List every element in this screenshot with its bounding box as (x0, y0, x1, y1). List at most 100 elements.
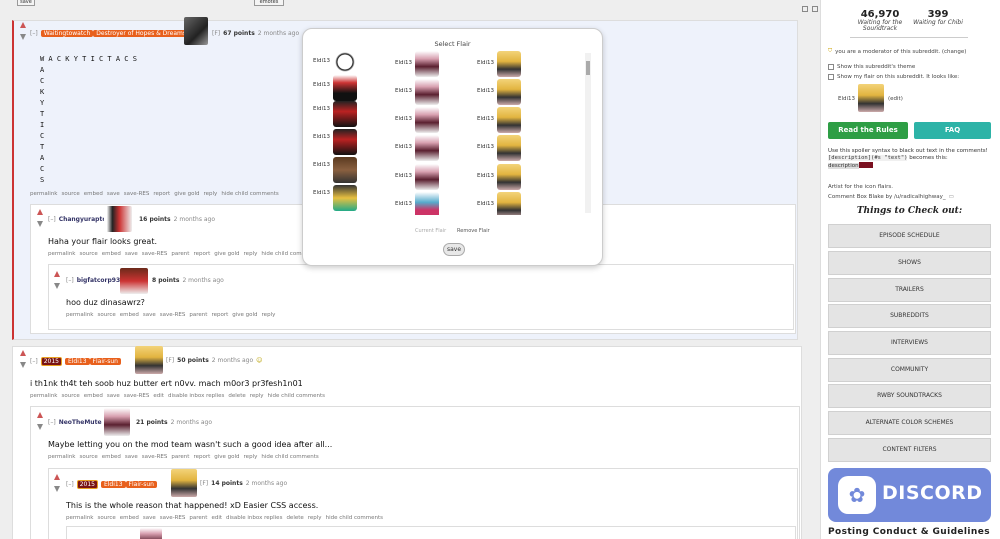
action-reply[interactable]: reply (250, 393, 264, 399)
flair-option-image[interactable] (333, 129, 357, 155)
nav-soundtracks[interactable]: RWBY SOUNDTRACKS (828, 384, 991, 408)
action-delete[interactable]: delete (286, 515, 303, 521)
action-give-gold[interactable]: give gold (214, 251, 239, 257)
flair-option-label[interactable]: Eldi13 (395, 116, 412, 122)
action-permalink[interactable]: permalink (48, 251, 76, 257)
remove-flair-link[interactable]: Remove Flair (457, 228, 490, 234)
flair-option-label[interactable]: Eldi13 (395, 88, 412, 94)
action-parent[interactable]: parent (189, 312, 207, 318)
action-reply[interactable]: reply (262, 312, 276, 318)
spoiler-block[interactable] (858, 162, 873, 168)
read-rules-button[interactable]: Read the Rules (828, 122, 908, 139)
flair-option-label[interactable]: Eldi13 (477, 144, 494, 150)
action-embed[interactable]: embed (120, 515, 139, 521)
save-top-button[interactable]: save (17, 0, 35, 6)
action-report[interactable]: report (153, 191, 170, 197)
upvote-arrow[interactable] (37, 412, 43, 418)
action-embed[interactable]: embed (120, 312, 139, 318)
nav-subreddits[interactable]: SUBREDDITS (828, 304, 991, 328)
action-save[interactable]: save (107, 393, 120, 399)
flair-option-label[interactable]: Eldi13 (313, 162, 330, 168)
action-hide-children[interactable]: hide child comments (268, 393, 325, 399)
flair-option-image[interactable] (333, 101, 357, 127)
flair-option-label[interactable]: Eldi13 (395, 201, 412, 207)
action-disable-inbox[interactable]: disable inbox replies (226, 515, 282, 521)
collapse-toggle[interactable]: [–] (66, 277, 74, 284)
action-save[interactable]: save (107, 191, 120, 197)
downvote-arrow[interactable] (54, 486, 60, 492)
action-embed[interactable]: embed (102, 251, 121, 257)
flair-option-image[interactable] (415, 164, 439, 190)
flair-option-label[interactable]: Eldi13 (313, 82, 330, 88)
collapse-toggle[interactable]: [–] (48, 419, 56, 426)
collapse-toggle[interactable]: [–] (30, 358, 38, 365)
action-save-res[interactable]: save-RES (160, 515, 186, 521)
action-reply[interactable]: reply (308, 515, 322, 521)
action-source[interactable]: source (80, 251, 98, 257)
upvote-arrow[interactable] (54, 271, 60, 277)
author-link[interactable]: Eldi13 (100, 481, 126, 488)
action-hide-children[interactable]: hide child comments (261, 454, 318, 460)
nav-shows[interactable]: SHOWS (828, 251, 991, 275)
downvote-arrow[interactable] (20, 34, 26, 40)
author-link[interactable]: Eldi13 (64, 358, 90, 365)
flair-option-label[interactable]: Eldi13 (313, 58, 330, 64)
action-give-gold[interactable]: give gold (232, 312, 257, 318)
downvote-arrow[interactable] (37, 221, 43, 227)
flair-option-label[interactable]: Eldi13 (395, 60, 412, 66)
action-give-gold[interactable]: give gold (214, 454, 239, 460)
flair-toggle[interactable]: Show my flair on this subreddit. It look… (828, 74, 959, 80)
action-permalink[interactable]: permalink (48, 454, 76, 460)
action-parent[interactable]: parent (189, 515, 207, 521)
emotes-button[interactable]: emotes (254, 0, 284, 6)
action-edit[interactable]: edit (211, 515, 222, 521)
action-embed[interactable]: embed (84, 191, 103, 197)
minimize-icon[interactable] (802, 6, 808, 12)
faq-button[interactable]: FAQ (914, 122, 991, 139)
upvote-arrow[interactable] (20, 22, 26, 28)
checkbox[interactable] (828, 64, 834, 70)
flair-option-image[interactable] (415, 107, 439, 133)
upvote-arrow[interactable] (20, 350, 26, 356)
flair-option-image[interactable] (333, 49, 357, 75)
nav-trailers[interactable]: TRAILERS (828, 278, 991, 302)
action-embed[interactable]: embed (84, 393, 103, 399)
action-save-res[interactable]: save-RES (124, 191, 150, 197)
flair-option-image[interactable] (415, 192, 439, 215)
flair-option-label[interactable]: Eldi13 (477, 88, 494, 94)
action-reply[interactable]: reply (244, 454, 258, 460)
action-source[interactable]: source (62, 393, 80, 399)
action-save-res[interactable]: save-RES (124, 393, 150, 399)
discord-banner[interactable]: ✿ DISCORD (828, 468, 991, 522)
checkbox[interactable] (828, 74, 834, 80)
nav-interviews[interactable]: INTERVIEWS (828, 331, 991, 355)
author-link[interactable]: bigfatcorp93 (77, 277, 120, 284)
maximize-icon[interactable] (812, 6, 818, 12)
collapse-toggle[interactable]: [–] (30, 30, 38, 37)
downvote-arrow[interactable] (54, 283, 60, 289)
action-report[interactable]: report (193, 251, 210, 257)
scrollbar-thumb[interactable] (586, 61, 590, 75)
flair-option-image[interactable] (333, 185, 357, 211)
action-embed[interactable]: embed (102, 454, 121, 460)
action-report[interactable]: report (193, 454, 210, 460)
action-disable-inbox[interactable]: disable inbox replies (168, 393, 224, 399)
action-source[interactable]: source (62, 191, 80, 197)
collapse-toggle[interactable]: [–] (48, 216, 56, 223)
action-reply[interactable]: reply (244, 251, 258, 257)
flair-option-image[interactable] (497, 107, 521, 133)
action-save[interactable]: save (143, 515, 156, 521)
flair-edit-link[interactable]: (edit) (888, 96, 903, 102)
action-save[interactable]: save (125, 251, 138, 257)
action-hide-children[interactable]: hide child comments (326, 515, 383, 521)
flair-option-image[interactable] (497, 51, 521, 77)
action-save[interactable]: save (143, 312, 156, 318)
action-save[interactable]: save (125, 454, 138, 460)
author-link[interactable]: Waitingtowatch (40, 30, 94, 37)
nav-color-schemes[interactable]: ALTERNATE COLOR SCHEMES (828, 411, 991, 435)
flair-option-label[interactable]: Eldi13 (477, 201, 494, 207)
flair-option-image[interactable] (497, 164, 521, 190)
action-permalink[interactable]: permalink (66, 515, 94, 521)
action-save-res[interactable]: save-RES (142, 251, 168, 257)
action-permalink[interactable]: permalink (30, 393, 58, 399)
